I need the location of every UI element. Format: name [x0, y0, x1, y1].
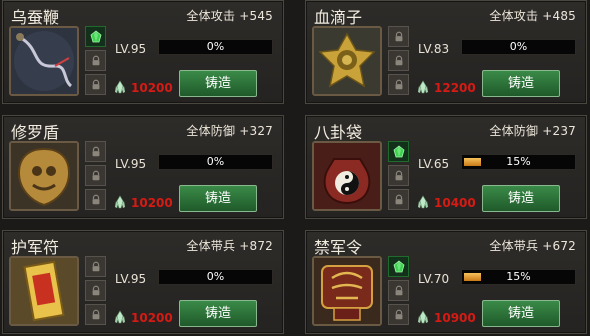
progress-text: 15% — [506, 270, 531, 283]
progress-bar: 0% — [158, 269, 273, 285]
forge-button[interactable]: 铸造 — [482, 70, 560, 97]
item-level: LV.70 — [418, 272, 450, 286]
whip-icon[interactable] — [9, 26, 79, 96]
forge-button[interactable]: 铸造 — [179, 70, 257, 97]
forge-cost: 10900 — [434, 311, 476, 325]
item-stat: 全体防御 +327 — [186, 124, 273, 138]
item-level: LV.65 — [418, 157, 450, 171]
talisman-icon[interactable] — [9, 256, 79, 326]
lock-icon — [85, 50, 106, 71]
crystal-icon — [416, 195, 430, 209]
lock-icon — [85, 141, 106, 162]
forge-cost: 10400 — [434, 196, 476, 210]
equipment-card-1: 血滴子 全体攻击 +485 LV.83 0% 12200 铸造 — [305, 0, 587, 104]
progress-bar: 15% — [461, 154, 576, 170]
lock-icon — [388, 280, 409, 301]
equipment-card-2: 修罗盾 全体防御 +327 LV.95 0% 10200 铸造 — [2, 115, 284, 219]
progress-bar: 0% — [461, 39, 576, 55]
forge-cost: 10200 — [131, 196, 173, 210]
item-name: 护军符 — [11, 238, 60, 257]
forge-button[interactable]: 铸造 — [179, 185, 257, 212]
item-level: LV.95 — [115, 42, 147, 56]
progress-text: 0% — [206, 270, 225, 283]
lock-icon — [85, 165, 106, 186]
equipment-card-5: 禁军令 全体带兵 +672 LV.70 15% 10900 铸造 — [305, 230, 587, 334]
item-name: 血滴子 — [314, 8, 363, 27]
shield-icon[interactable] — [9, 141, 79, 211]
item-name: 修罗盾 — [11, 123, 60, 142]
lock-icon — [85, 304, 106, 325]
item-stat: 全体带兵 +872 — [186, 239, 273, 253]
forge-cost: 10200 — [131, 311, 173, 325]
lock-icon — [85, 189, 106, 210]
equipment-card-3: 八卦袋 全体防御 +237 LV.65 15% 10400 铸造 — [305, 115, 587, 219]
progress-text: 0% — [509, 40, 528, 53]
dart-icon[interactable] — [312, 26, 382, 96]
green-gem-icon[interactable] — [388, 256, 409, 277]
item-stat: 全体防御 +237 — [489, 124, 576, 138]
item-name: 禁军令 — [314, 238, 363, 257]
progress-text: 0% — [206, 155, 225, 168]
item-name: 八卦袋 — [314, 123, 363, 142]
forge-button[interactable]: 铸造 — [482, 185, 560, 212]
progress-bar: 0% — [158, 154, 273, 170]
crystal-icon — [416, 80, 430, 94]
progress-bar: 15% — [461, 269, 576, 285]
item-level: LV.95 — [115, 157, 147, 171]
forge-cost: 12200 — [434, 81, 476, 95]
bagua-pouch-icon[interactable] — [312, 141, 382, 211]
progress-bar: 0% — [158, 39, 273, 55]
lock-icon — [388, 304, 409, 325]
lock-icon — [388, 50, 409, 71]
equipment-card-4: 护军符 全体带兵 +872 LV.95 0% 10200 铸造 — [2, 230, 284, 334]
lock-icon — [85, 256, 106, 277]
equipment-forge-grid: 乌蚕鞭 全体攻击 +545 LV.95 0% 10200 铸造 血滴子 全体攻击… — [0, 0, 590, 336]
progress-text: 15% — [506, 155, 531, 168]
green-gem-icon[interactable] — [85, 26, 106, 47]
crystal-icon — [113, 80, 127, 94]
lock-icon — [388, 74, 409, 95]
green-gem-icon[interactable] — [388, 141, 409, 162]
crystal-icon — [416, 310, 430, 324]
item-stat: 全体攻击 +485 — [489, 9, 576, 23]
equipment-card-0: 乌蚕鞭 全体攻击 +545 LV.95 0% 10200 铸造 — [2, 0, 284, 104]
forge-cost: 10200 — [131, 81, 173, 95]
command-token-icon[interactable] — [312, 256, 382, 326]
lock-icon — [388, 165, 409, 186]
item-level: LV.83 — [418, 42, 450, 56]
progress-text: 0% — [206, 40, 225, 53]
crystal-icon — [113, 195, 127, 209]
lock-icon — [388, 189, 409, 210]
forge-button[interactable]: 铸造 — [179, 300, 257, 327]
forge-button[interactable]: 铸造 — [482, 300, 560, 327]
crystal-icon — [113, 310, 127, 324]
item-stat: 全体带兵 +672 — [489, 239, 576, 253]
lock-icon — [85, 280, 106, 301]
item-stat: 全体攻击 +545 — [186, 9, 273, 23]
lock-icon — [85, 74, 106, 95]
item-name: 乌蚕鞭 — [11, 8, 60, 27]
lock-icon — [388, 26, 409, 47]
item-level: LV.95 — [115, 272, 147, 286]
